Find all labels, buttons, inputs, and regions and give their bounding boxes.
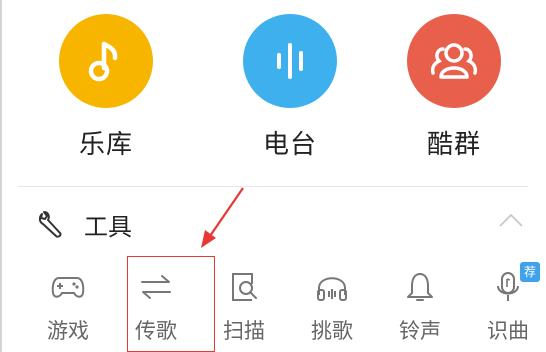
- annotation-arrow-icon: [201, 187, 244, 248]
